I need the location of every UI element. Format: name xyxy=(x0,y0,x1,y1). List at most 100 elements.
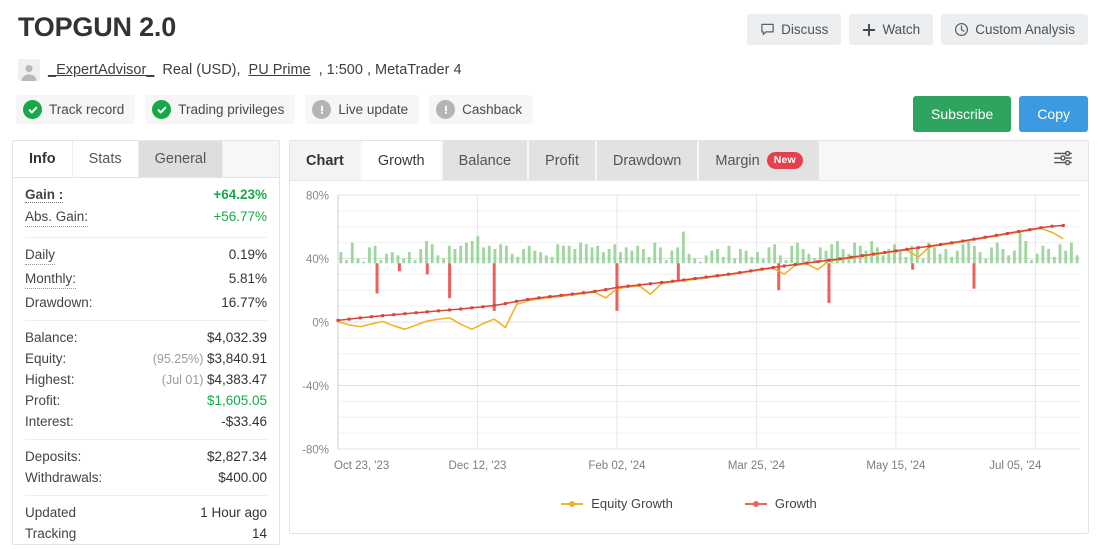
clock-icon xyxy=(954,22,969,37)
stat-value-wrap: -$33.46 xyxy=(221,414,267,429)
badge-cashback[interactable]: Cashback xyxy=(429,95,533,124)
tab-margin-label: Margin xyxy=(715,153,759,169)
stat-label[interactable]: Monthly: xyxy=(25,271,76,289)
stat-label[interactable]: Daily xyxy=(25,247,55,265)
legend-marker-growth xyxy=(745,499,767,509)
growth-marker xyxy=(894,249,897,252)
badge-track-record[interactable]: Track record xyxy=(16,95,135,124)
profit-bar xyxy=(1013,251,1016,264)
tab-drawdown[interactable]: Drawdown xyxy=(597,141,698,180)
profit-bar xyxy=(533,251,536,264)
stat-label: Equity: xyxy=(25,351,66,366)
growth-marker xyxy=(805,262,808,265)
growth-marker xyxy=(571,293,574,296)
legend-equity-growth[interactable]: Equity Growth xyxy=(561,496,673,511)
profit-bar xyxy=(1036,254,1039,264)
growth-marker xyxy=(560,294,563,297)
profit-bar xyxy=(391,252,394,263)
growth-marker xyxy=(973,238,976,241)
chart-settings-button[interactable] xyxy=(1038,141,1088,180)
profit-bar xyxy=(448,246,451,263)
tab-balance[interactable]: Balance xyxy=(443,141,527,180)
profit-bar xyxy=(750,257,753,263)
stat-value: $2,827.34 xyxy=(207,449,267,464)
chart-legend: Equity Growth Growth xyxy=(290,496,1088,511)
stat-row: Equity: (95.25%) $3,840.91 xyxy=(25,348,267,369)
stat-value-wrap: (95.25%) $3,840.91 xyxy=(153,351,267,366)
growth-marker xyxy=(437,309,440,312)
stats-divider xyxy=(25,320,267,321)
stat-row: Deposits:$2,827.34 xyxy=(25,446,267,467)
stat-label[interactable]: Gain : xyxy=(25,187,63,203)
stat-value: +64.23% xyxy=(213,187,267,202)
plus-icon xyxy=(862,23,876,37)
growth-marker xyxy=(627,285,630,288)
stat-value: +56.77% xyxy=(213,209,267,224)
profit-bar xyxy=(419,249,422,263)
growth-marker xyxy=(928,245,931,248)
profit-bar xyxy=(1076,255,1079,263)
growth-marker xyxy=(1062,224,1065,227)
x-tick-label: Jul 05, '24 xyxy=(989,460,1042,472)
growth-marker xyxy=(749,269,752,272)
tab-profit[interactable]: Profit xyxy=(529,141,595,180)
stat-label: Tracking xyxy=(25,526,76,541)
growth-marker xyxy=(906,248,909,251)
growth-marker xyxy=(850,256,853,259)
growth-marker xyxy=(593,290,596,293)
growth-markers xyxy=(337,224,1065,322)
profit-bar xyxy=(682,232,685,264)
watch-button[interactable]: Watch xyxy=(849,14,933,45)
tab-profit-label: Profit xyxy=(545,153,579,169)
discuss-label: Discuss xyxy=(781,22,828,37)
custom-analysis-button[interactable]: Custom Analysis xyxy=(941,14,1088,45)
account-name[interactable]: _ExpertAdvisor_ xyxy=(48,62,154,78)
copy-button[interactable]: Copy xyxy=(1019,96,1088,132)
equity-growth-line xyxy=(338,228,1063,329)
profit-bar xyxy=(596,246,599,263)
profit-bar xyxy=(688,254,691,264)
profit-bar xyxy=(562,246,565,263)
stat-value-wrap: +56.77% xyxy=(213,209,267,224)
tab-stats[interactable]: Stats xyxy=(73,141,139,177)
profit-bar xyxy=(899,251,902,264)
growth-marker xyxy=(526,298,529,301)
growth-marker xyxy=(1039,226,1042,229)
profit-bar xyxy=(613,244,616,263)
stat-value-wrap: (Jul 01) $4,383.47 xyxy=(162,372,267,387)
growth-marker xyxy=(950,241,953,244)
badge-trading-privileges[interactable]: Trading privileges xyxy=(145,95,295,124)
tab-general[interactable]: General xyxy=(139,141,224,177)
growth-marker xyxy=(426,310,429,313)
info-panel: Info Stats General Gain : +64.23% Abs. Gai… xyxy=(12,140,280,545)
stat-value-wrap: 1 Hour ago xyxy=(200,505,267,520)
profit-bar xyxy=(996,243,999,264)
badge-live-update[interactable]: Live update xyxy=(305,95,419,124)
profit-bar xyxy=(802,249,805,263)
profit-bar xyxy=(933,247,936,263)
stat-sub-value: (95.25%) xyxy=(153,352,207,366)
stat-value-wrap: $2,827.34 xyxy=(207,449,267,464)
info-tabbar: Info Stats General xyxy=(13,141,279,178)
tab-growth[interactable]: Growth xyxy=(362,141,441,180)
profit-bar xyxy=(602,252,605,263)
account-broker[interactable]: PU Prime xyxy=(249,62,311,78)
profit-bar xyxy=(436,255,439,263)
growth-marker xyxy=(761,268,764,271)
tab-chart[interactable]: Chart xyxy=(290,141,360,180)
growth-marker xyxy=(415,311,418,314)
growth-chart[interactable]: 80%40%0%-40%-80%Oct 23, '23Dec 12, '23Fe… xyxy=(290,181,1088,533)
tab-margin[interactable]: Margin New xyxy=(699,141,819,180)
growth-marker xyxy=(772,266,775,269)
tab-info[interactable]: Info xyxy=(13,141,73,177)
stat-label[interactable]: Abs. Gain: xyxy=(25,209,88,227)
profit-bar xyxy=(482,247,485,263)
growth-marker xyxy=(1051,225,1054,228)
profit-bar xyxy=(967,239,970,263)
legend-growth[interactable]: Growth xyxy=(745,496,817,511)
header-actions: Discuss Watch Custom Analysis xyxy=(747,10,1088,45)
discuss-button[interactable]: Discuss xyxy=(747,14,841,45)
subscribe-button[interactable]: Subscribe xyxy=(913,96,1011,132)
check-circle-icon xyxy=(152,100,171,119)
profit-bar xyxy=(573,249,576,263)
